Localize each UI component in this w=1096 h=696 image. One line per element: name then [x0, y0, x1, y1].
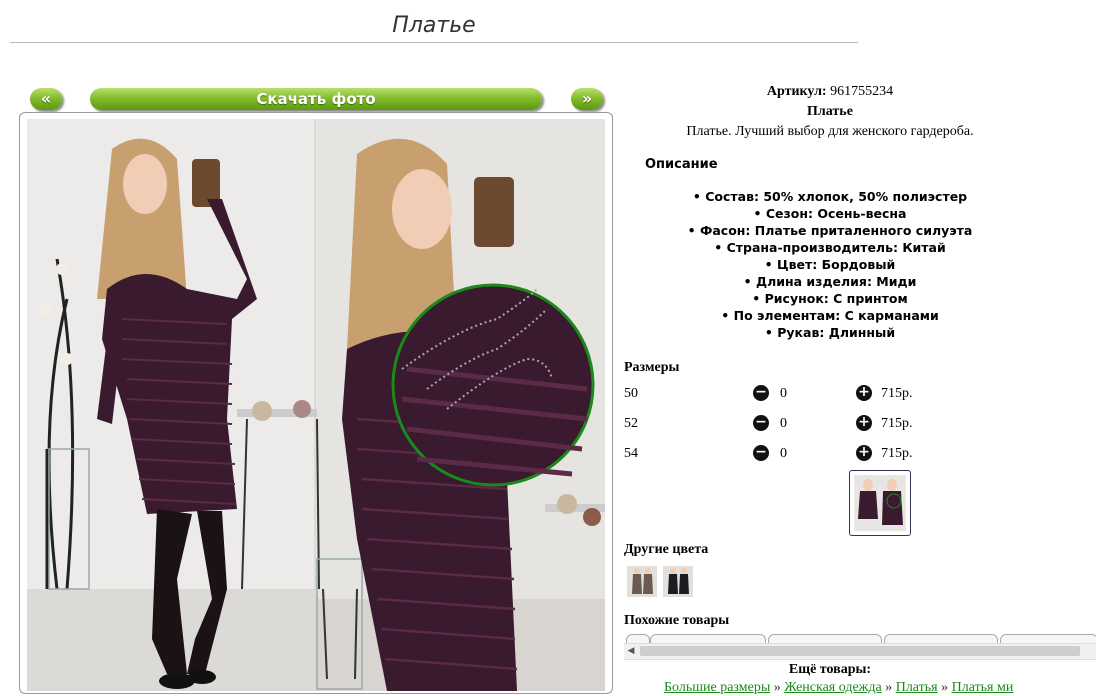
quantity-value: 0	[780, 386, 787, 401]
size-value: 50	[624, 386, 638, 401]
more-products-heading: Ещё товары:	[788, 662, 872, 677]
other-colors-heading: Другие цвета	[624, 542, 709, 557]
breadcrumb-link[interactable]: Женская одежда	[784, 680, 881, 695]
minus-circle-icon[interactable]: −	[753, 415, 769, 431]
breadcrumb-separator: »	[937, 680, 952, 695]
attribute-item: Длина изделия: Миди	[624, 273, 1036, 290]
attribute-item: По элементам: С карманами	[624, 307, 1036, 324]
size-row: 54 − 0 + 715р.	[624, 444, 924, 466]
minus-circle-icon[interactable]: −	[753, 445, 769, 461]
breadcrumb-link[interactable]: Платья	[896, 680, 938, 695]
prev-photo-button[interactable]: «	[30, 88, 62, 110]
plus-circle-icon[interactable]: +	[856, 445, 872, 461]
breadcrumb-link[interactable]: Большие размеры	[664, 680, 770, 695]
next-photo-button[interactable]: »	[571, 88, 603, 110]
color-variant-thumbnail[interactable]	[627, 566, 657, 597]
size-row: 52 − 0 + 715р.	[624, 414, 924, 436]
description-heading: Описание	[645, 157, 718, 172]
similar-products-heading: Похожие товары	[624, 613, 730, 628]
attribute-list: Состав: 50% хлопок, 50% полиэстер Сезон:…	[624, 188, 1036, 341]
attribute-item: Сезон: Осень-весна	[624, 205, 1036, 222]
arrow-left-icon[interactable]: ◀	[624, 644, 638, 659]
attribute-item: Фасон: Платье приталенного силуэта	[624, 222, 1036, 239]
article-number: 961755234	[830, 84, 894, 99]
attribute-item: Страна-производитель: Китай	[624, 239, 1036, 256]
product-thumbnail[interactable]	[849, 470, 911, 536]
attribute-item: Состав: 50% хлопок, 50% полиэстер	[624, 188, 1036, 205]
price-value: 715р.	[881, 416, 913, 431]
attribute-item: Цвет: Бордовый	[624, 256, 1036, 273]
size-value: 52	[624, 416, 638, 431]
plus-circle-icon[interactable]: +	[856, 385, 872, 401]
product-photo[interactable]	[27, 119, 605, 691]
horizontal-scrollbar[interactable]: ◀	[624, 643, 1096, 660]
breadcrumb-separator: »	[881, 680, 896, 695]
attribute-item: Рукав: Длинный	[624, 324, 1036, 341]
minus-circle-icon[interactable]: −	[753, 385, 769, 401]
breadcrumb-link[interactable]: Платья ми	[952, 680, 1014, 695]
breadcrumb-separator: »	[770, 680, 785, 695]
attribute-item: Рисунок: С принтом	[624, 290, 1036, 307]
sizes-heading: Размеры	[624, 360, 680, 375]
product-name: Платье	[807, 104, 853, 119]
price-value: 715р.	[881, 446, 913, 461]
plus-circle-icon[interactable]: +	[856, 415, 872, 431]
quantity-value: 0	[780, 416, 787, 431]
product-subtitle: Платье. Лучший выбор для женского гардер…	[686, 124, 974, 139]
quantity-value: 0	[780, 446, 787, 461]
breadcrumb: Большие размеры » Женская одежда » Плать…	[664, 680, 1013, 696]
scrollbar-thumb[interactable]	[640, 646, 1080, 656]
download-photo-button[interactable]: Скачать фото	[90, 88, 542, 110]
title-divider	[10, 42, 858, 43]
price-value: 715р.	[881, 386, 913, 401]
article-line: Артикул: 961755234	[624, 84, 1036, 100]
page-title: Платье	[392, 13, 476, 38]
product-photo-frame	[19, 112, 613, 694]
color-variant-thumbnail[interactable]	[663, 566, 693, 597]
size-value: 54	[624, 446, 638, 461]
size-row: 50 − 0 + 715р.	[624, 384, 924, 406]
article-label: Артикул:	[766, 84, 827, 99]
